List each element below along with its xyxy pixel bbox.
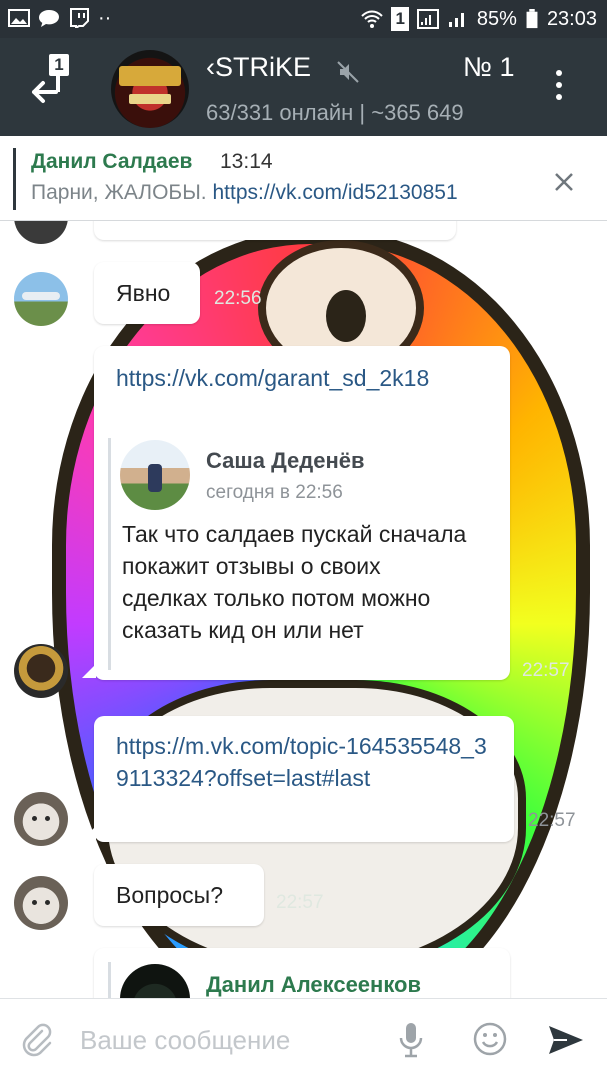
chat-title-suffix: № 1: [463, 52, 515, 82]
quote-avatar[interactable]: [120, 440, 190, 510]
message-time: 22:57: [522, 660, 570, 681]
avatar[interactable]: [14, 220, 68, 244]
pinned-text: Парни, ЖАЛОБЫ. https://vk.com/id52130851: [31, 181, 458, 204]
quote-bar: [108, 962, 111, 998]
chat-title[interactable]: ‹STRiKE: [206, 52, 311, 83]
emoji-icon[interactable]: [472, 1021, 508, 1057]
chat-bubble-icon: [39, 10, 59, 27]
bubble-tail: [82, 826, 96, 840]
quote-author[interactable]: Данил Алексеенков: [206, 972, 421, 998]
message-bubble-partial[interactable]: [94, 220, 456, 240]
battery-percent: 85%: [476, 8, 517, 30]
message-text: Явно: [116, 280, 171, 306]
status-bar: ·· 1 85% 23:03: [0, 0, 607, 38]
quote-avatar[interactable]: [120, 964, 190, 998]
message-bubble[interactable]: https://vk.com/garant_sd_2k18 Саша Деден…: [94, 346, 510, 680]
message-time: 22:57: [276, 892, 324, 913]
message-link[interactable]: https://m.vk.com/topic-164535548_3911332…: [116, 730, 496, 794]
message-bubble[interactable]: https://m.vk.com/topic-164535548_3911332…: [94, 716, 514, 842]
avatar[interactable]: [14, 792, 68, 846]
chat-subtitle: 63/331 онлайн | ~365 649: [206, 100, 464, 125]
pinned-message[interactable]: Данил Салдаев 13:14 Парни, ЖАЛОБЫ. https…: [0, 136, 607, 221]
message-input[interactable]: [78, 1021, 382, 1059]
quote-text: Так что салдаев пускай сначала покажит о…: [122, 521, 467, 643]
signal-icon: [416, 9, 439, 29]
pinned-indicator-bar: [13, 148, 16, 210]
battery-icon: [526, 9, 538, 29]
message-link[interactable]: https://vk.com/garant_sd_2k18: [116, 362, 436, 394]
message-time: 22:57: [528, 810, 576, 831]
status-notifications: ··: [8, 6, 111, 30]
chat-header: 1 ‹STRiKE № 1 63/331 онлайн | ~365 649: [0, 38, 607, 136]
pinned-link[interactable]: https://vk.com/id52130851: [212, 181, 457, 204]
gallery-icon: [8, 9, 30, 27]
wifi-icon: [361, 10, 384, 28]
quote-author[interactable]: Саша Деденёв: [206, 448, 365, 474]
more-options-button[interactable]: [552, 70, 566, 106]
avatar[interactable]: [14, 272, 68, 326]
pinned-time: 13:14: [220, 150, 273, 173]
mute-icon: [337, 61, 359, 83]
message-time: 22:56: [214, 288, 262, 309]
paperclip-icon[interactable]: [20, 1023, 54, 1057]
status-indicators: 1 85% 23:03: [361, 7, 597, 31]
chat-avatar[interactable]: [111, 50, 189, 128]
unread-badge: 1: [49, 54, 69, 76]
message-bubble[interactable]: Вопросы?: [94, 864, 264, 926]
back-button[interactable]: 1: [26, 52, 76, 112]
message-bubble[interactable]: Данил Алексеенков: [94, 948, 510, 998]
message-list[interactable]: Явно 22:56 https://vk.com/garant_sd_2k18…: [0, 220, 607, 998]
quote-date: сегодня в 22:56: [206, 482, 343, 503]
signal-bars-icon: [448, 13, 464, 27]
message-input-bar: [0, 998, 607, 1081]
pinned-author: Данил Салдаев: [31, 150, 193, 173]
clock: 23:03: [546, 8, 597, 30]
close-icon[interactable]: [552, 170, 576, 194]
avatar[interactable]: [14, 644, 68, 698]
twitch-icon: [70, 8, 89, 28]
quote-bar: [108, 438, 111, 670]
message-text: Вопросы?: [116, 882, 223, 908]
microphone-icon[interactable]: [398, 1021, 424, 1059]
sim-badge: 1: [391, 7, 409, 31]
more-notifications-icon: ··: [98, 7, 112, 29]
avatar[interactable]: [14, 876, 68, 930]
send-icon[interactable]: [547, 1023, 585, 1057]
bubble-tail: [82, 664, 96, 678]
message-bubble[interactable]: Явно: [94, 262, 200, 324]
chevron-left-icon: ‹: [206, 52, 215, 82]
wallpaper-pupil: [326, 290, 366, 342]
